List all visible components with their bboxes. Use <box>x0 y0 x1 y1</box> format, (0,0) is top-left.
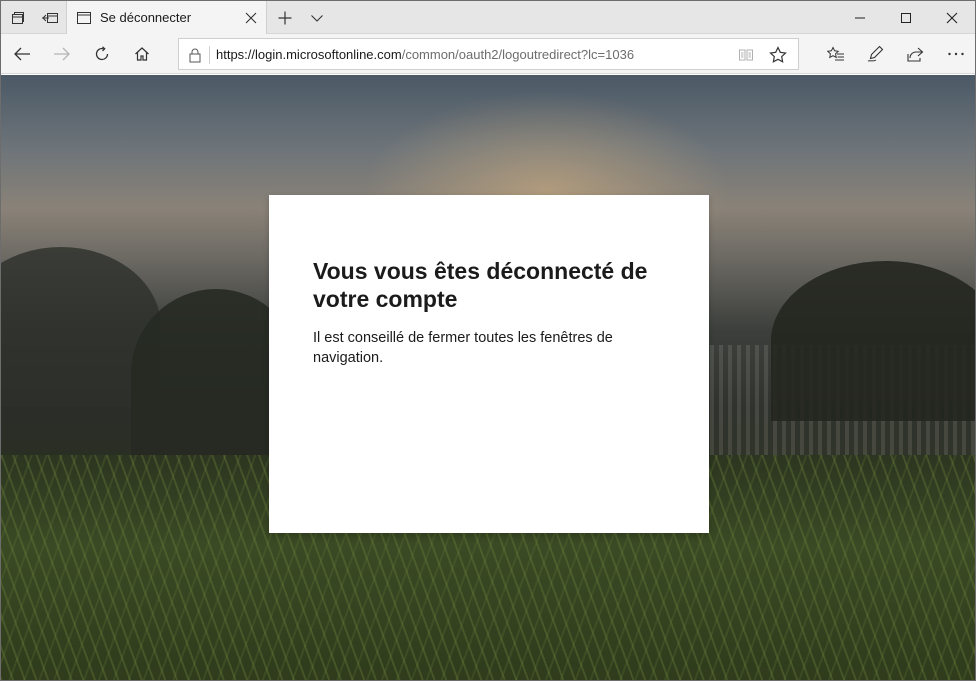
background-mountain <box>771 261 975 421</box>
title-bar: Se déconnecter <box>1 1 975 35</box>
home-icon[interactable] <box>126 38 158 70</box>
signout-card: Vous vous êtes déconnecté de votre compt… <box>269 195 709 533</box>
plus-icon[interactable] <box>269 1 301 34</box>
close-tab-icon[interactable] <box>243 10 259 26</box>
maximize-button[interactable] <box>883 1 929 34</box>
reading-view-icon[interactable] <box>738 47 754 63</box>
signout-message: Il est conseillé de fermer toutes les fe… <box>313 330 613 366</box>
address-bar[interactable]: https://login.microsoftonline.com/common… <box>178 38 799 70</box>
favorites-hub-icon[interactable] <box>820 38 852 70</box>
forward-arrow-icon[interactable] <box>46 38 78 70</box>
url-host: https://login.microsoftonline.com <box>216 47 402 62</box>
navigation-bar: https://login.microsoftonline.com/common… <box>1 34 975 74</box>
page-title: Vous vous êtes déconnecté de votre compt… <box>313 258 648 312</box>
url-path: /common/oauth2/logoutredirect?lc=1036 <box>401 47 635 62</box>
url-text[interactable]: https://login.microsoftonline.com/common… <box>216 47 634 62</box>
refresh-icon[interactable] <box>86 38 118 70</box>
minimize-button[interactable] <box>837 1 883 34</box>
browser-window: Se déconnecter https://login.microsofton… <box>0 0 976 681</box>
share-icon[interactable] <box>899 38 931 70</box>
chevron-down-icon[interactable] <box>301 1 333 34</box>
pen-icon[interactable] <box>860 38 892 70</box>
tab-sets-icon[interactable] <box>2 1 34 34</box>
back-arrow-icon[interactable] <box>6 38 38 70</box>
tab-active[interactable]: Se déconnecter <box>66 1 267 35</box>
more-icon[interactable] <box>940 38 972 70</box>
page-icon <box>76 10 92 26</box>
set-aside-tabs-icon[interactable] <box>34 1 66 34</box>
tab-title: Se déconnecter <box>100 10 192 25</box>
close-window-button[interactable] <box>929 1 975 34</box>
page-content: Vous vous êtes déconnecté de votre compt… <box>1 75 975 680</box>
address-divider <box>209 46 210 64</box>
star-icon[interactable] <box>769 46 787 64</box>
lock-icon[interactable] <box>188 47 202 63</box>
